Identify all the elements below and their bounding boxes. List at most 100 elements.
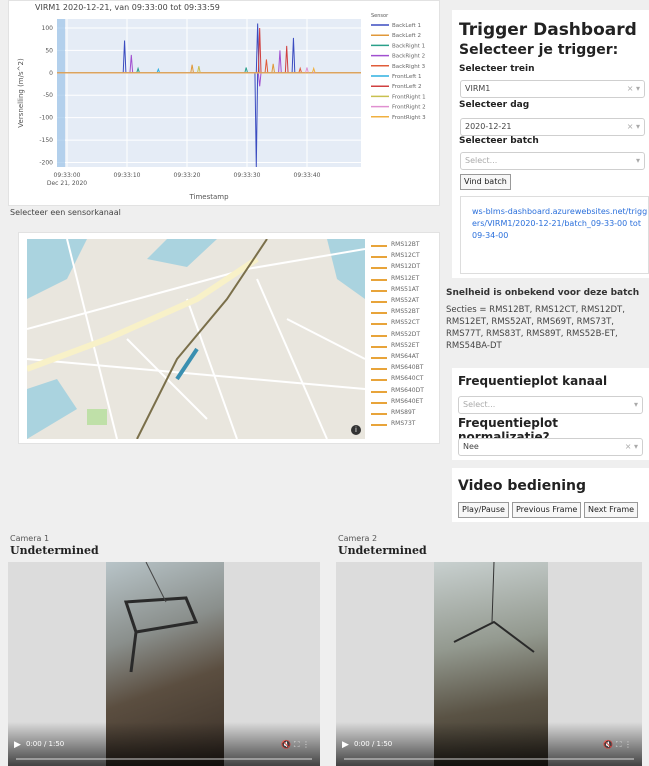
y-tick-label: 100 bbox=[42, 25, 54, 32]
sensor-label: RMS89T bbox=[391, 409, 416, 416]
sensor-swatch bbox=[371, 334, 387, 337]
day-value: 2020-12-21 bbox=[465, 122, 512, 131]
sensor-label: RMS52BT bbox=[391, 308, 420, 316]
sensor-legend-item[interactable]: RMS89T bbox=[371, 409, 437, 419]
sensor-swatch bbox=[371, 357, 387, 359]
trigger-subtitle: Selecteer je trigger: bbox=[459, 42, 619, 58]
legend-label: FrontLeft 1 bbox=[392, 74, 422, 80]
plot-area bbox=[57, 19, 361, 167]
map-panel: i RMS12BT RMS12CT RMS12DT RMS12ET RMS51AT RMS… bbox=[18, 232, 440, 444]
data-band bbox=[57, 19, 65, 167]
batch-dropdown[interactable]: Select... ▾ bbox=[460, 152, 645, 170]
train-dropdown[interactable]: VIRM1 × ▾ bbox=[460, 80, 645, 98]
sensor-legend-item[interactable]: RMS12ET bbox=[371, 275, 437, 285]
frequency-panel: Frequentieplot kanaal Select... ▾ Frequen… bbox=[452, 368, 649, 460]
camera-1-controls: ▶ 0:00 / 1:50 🔇 ⛶ ⋮ bbox=[8, 722, 320, 766]
x-tick-label: 09:33:30 bbox=[234, 172, 261, 179]
sensor-legend-item[interactable]: RMS52ET bbox=[371, 342, 437, 352]
chevron-down-icon: ▾ bbox=[635, 156, 640, 165]
camera-1-video[interactable]: ▶ 0:00 / 1:50 🔇 ⛶ ⋮ bbox=[8, 562, 320, 766]
legend-label: FrontRight 3 bbox=[392, 115, 426, 121]
info-icon[interactable]: i bbox=[351, 425, 361, 435]
sections-text: Secties = RMS12BT, RMS12CT, RMS12DT, RMS… bbox=[446, 305, 625, 351]
video-control-panel: Video bediening Play/Pause Previous Fram… bbox=[452, 468, 649, 522]
camera-1-title: Undetermined bbox=[10, 544, 99, 557]
sensor-legend-item[interactable]: RMS51AT bbox=[371, 286, 437, 296]
camera-1-progress[interactable] bbox=[16, 758, 312, 760]
freq-placeholder: Select... bbox=[463, 400, 496, 409]
chevron-down-icon: ▾ bbox=[633, 400, 638, 409]
speed-note: Snelheid is onbekend voor deze batch bbox=[446, 288, 640, 298]
sensor-legend-item[interactable]: RMS52BT bbox=[371, 308, 437, 318]
sensor-legend: RMS12BT RMS12CT RMS12DT RMS12ET RMS51AT RMS52… bbox=[371, 241, 437, 441]
batch-placeholder: Select... bbox=[465, 156, 498, 165]
x-date-label: Dec 21, 2020 bbox=[47, 180, 87, 187]
x-axis-label: Timestamp bbox=[188, 193, 229, 201]
day-label: Selecteer dag bbox=[459, 100, 530, 110]
camera-2-progress[interactable] bbox=[344, 758, 634, 760]
sensor-chart-panel: VIRM1 2020-12-21, van 09:33:00 tot 09:33… bbox=[8, 0, 440, 206]
y-tick-label: -50 bbox=[43, 92, 53, 99]
camera-2-time: 0:00 / 1:50 bbox=[354, 740, 393, 748]
play-pause-button[interactable]: Play/Pause bbox=[458, 502, 509, 518]
sensor-swatch bbox=[371, 301, 387, 303]
map-background bbox=[27, 239, 365, 439]
map[interactable]: i bbox=[27, 239, 365, 439]
previous-frame-button[interactable]: Previous Frame bbox=[512, 502, 582, 518]
sensor-label: RMS73T bbox=[391, 420, 416, 428]
sensor-legend-item[interactable]: RMS12DT bbox=[371, 263, 437, 273]
camera-2-label: Camera 2 bbox=[338, 534, 378, 543]
next-frame-button[interactable]: Next Frame bbox=[584, 502, 639, 518]
legend-label: FrontLeft 2 bbox=[392, 84, 422, 90]
camera-2-video[interactable]: ▶ 0:00 / 1:50 🔇 ⛶ ⋮ bbox=[336, 562, 642, 766]
y-tick-label: 50 bbox=[45, 47, 53, 54]
sensor-label: RMS640ET bbox=[391, 397, 424, 405]
clear-chevron-icon: × ▾ bbox=[626, 84, 640, 93]
sensor-swatch bbox=[371, 390, 387, 393]
sensor-swatch bbox=[371, 401, 387, 404]
sensor-legend-item[interactable]: RMS640ET bbox=[371, 398, 437, 408]
sensor-chart[interactable]: 100 50 0 -50 -100 -150 -20009:33:00 09:33:10 09:… bbox=[9, 1, 439, 205]
sensor-swatch bbox=[371, 312, 387, 315]
sensor-legend-item[interactable]: RMS12BT bbox=[371, 241, 437, 251]
sensor-legend-item[interactable]: RMS640BT bbox=[371, 364, 437, 374]
norm-dropdown[interactable]: Nee × ▾ bbox=[458, 438, 643, 456]
find-batch-button[interactable]: Vind batch bbox=[460, 174, 511, 190]
sensor-label: RMS640BT bbox=[391, 364, 424, 372]
play-icon[interactable]: ▶ bbox=[342, 740, 349, 750]
x-tick-label: 09:33:00 bbox=[54, 172, 81, 179]
x-tick-label: 09:33:20 bbox=[174, 172, 201, 179]
sensor-legend-item[interactable]: RMS12CT bbox=[371, 252, 437, 262]
sensor-legend-item[interactable]: RMS640DT bbox=[371, 387, 437, 397]
legend-label: FrontRight 1 bbox=[392, 94, 426, 100]
sensor-legend-item[interactable]: RMS640CT bbox=[371, 375, 437, 385]
sensor-swatch bbox=[371, 368, 387, 371]
sensor-swatch bbox=[371, 245, 387, 247]
sensor-swatch bbox=[371, 278, 387, 281]
day-dropdown[interactable]: 2020-12-21 × ▾ bbox=[460, 118, 645, 136]
y-tick-label: -100 bbox=[39, 115, 53, 122]
sensor-label: RMS12ET bbox=[391, 274, 420, 282]
batch-label: Selecteer batch bbox=[459, 136, 539, 146]
sensor-label: RMS12BT bbox=[391, 241, 420, 248]
freq-channel-dropdown[interactable]: Select... ▾ bbox=[458, 396, 643, 414]
sensor-legend-item[interactable]: RMS52CT bbox=[371, 319, 437, 329]
video-menu-icons[interactable]: 🔇 ⛶ ⋮ bbox=[281, 740, 310, 750]
sensor-legend-item[interactable]: RMS52AT bbox=[371, 297, 437, 307]
sensor-swatch bbox=[371, 289, 387, 292]
y-tick-label: -150 bbox=[39, 137, 53, 144]
batch-link[interactable]: ws-blms-dashboard.azurewebsites.net/trig… bbox=[472, 206, 648, 254]
train-label: Selecteer trein bbox=[459, 64, 535, 74]
sensor-label: RMS51AT bbox=[391, 285, 420, 293]
legend-title: Sensor bbox=[371, 13, 389, 19]
clear-chevron-icon: × ▾ bbox=[624, 442, 638, 451]
sensor-legend-item[interactable]: RMS64AT bbox=[371, 353, 437, 363]
play-icon[interactable]: ▶ bbox=[14, 740, 21, 750]
legend-label: FrontRight 2 bbox=[392, 105, 426, 111]
legend-label: BackLeft 2 bbox=[392, 33, 421, 39]
x-tick-label: 09:33:40 bbox=[294, 172, 321, 179]
sensor-legend-item[interactable]: RMS52DT bbox=[371, 331, 437, 341]
sensor-legend-item[interactable]: RMS73T bbox=[371, 420, 437, 430]
video-menu-icons[interactable]: 🔇 ⛶ ⋮ bbox=[603, 740, 632, 750]
legend-label: BackRight 2 bbox=[392, 54, 425, 60]
